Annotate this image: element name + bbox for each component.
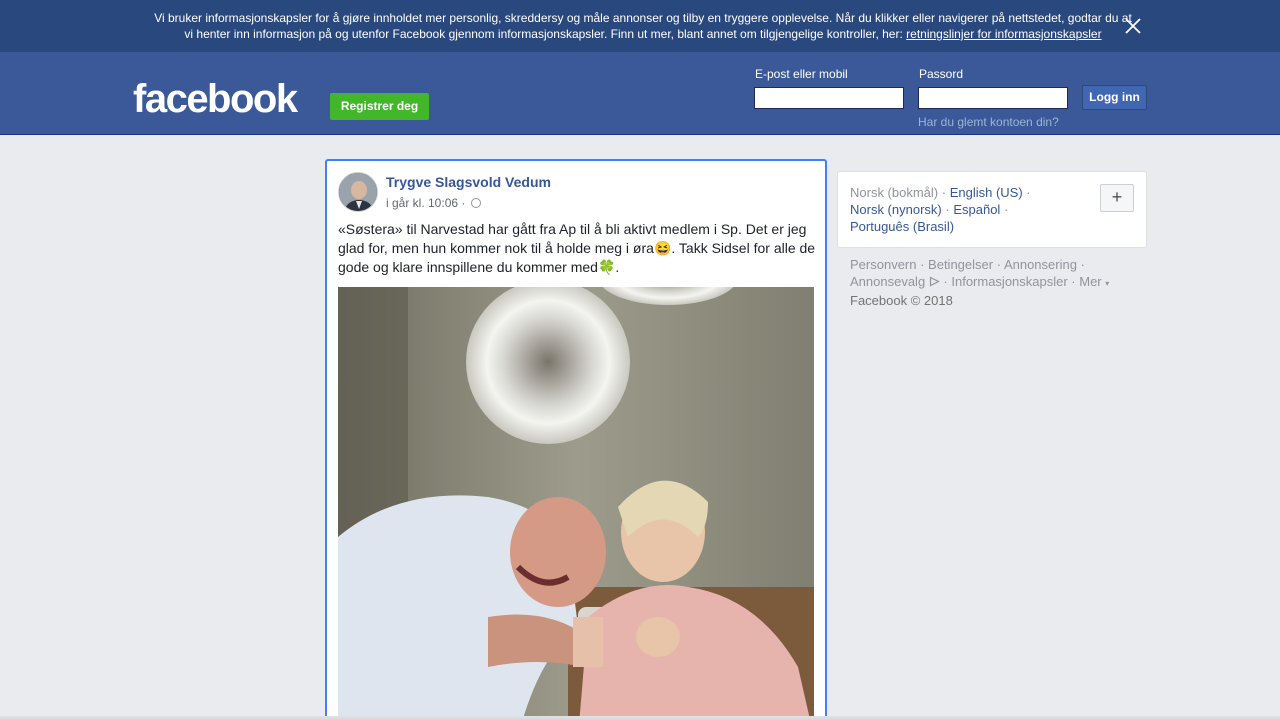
post-card: Trygve Slagsvold Vedum i går kl. 10:06 ·… bbox=[325, 159, 827, 720]
login-button[interactable]: Logg inn bbox=[1082, 85, 1147, 110]
language-link-english[interactable]: English (US) bbox=[950, 185, 1023, 200]
email-label: E-post eller mobil bbox=[755, 67, 848, 81]
footer-link-privacy[interactable]: Personvern bbox=[850, 257, 916, 272]
footer-link-terms[interactable]: Betingelser bbox=[928, 257, 993, 272]
cookie-policy-link[interactable]: retningslinjer for informasjonskapsler bbox=[906, 27, 1101, 41]
language-selector: Norsk (bokmål) · English (US) · Norsk (n… bbox=[837, 171, 1147, 248]
footer-link-ad-choices[interactable]: Annonsevalg bbox=[850, 274, 925, 289]
ad-choices-icon bbox=[929, 276, 940, 287]
globe-icon bbox=[470, 198, 481, 208]
copyright-text: Facebook © 2018 bbox=[850, 293, 953, 308]
footer-link-advertising[interactable]: Annonsering bbox=[1004, 257, 1077, 272]
post-time-text: i går kl. 10:06 · bbox=[386, 196, 466, 210]
footer-links: Personvern · Betingelser · Annonsering ·… bbox=[850, 257, 1110, 308]
post-text: «Søstera» til Narvestad har gått fra Ap … bbox=[338, 220, 816, 277]
cookie-banner: Vi bruker informasjonskapsler for å gjør… bbox=[0, 0, 1280, 52]
post-timestamp[interactable]: i går kl. 10:06 · bbox=[386, 196, 481, 210]
chevron-down-icon[interactable]: ▾ bbox=[1105, 279, 1109, 288]
close-icon[interactable] bbox=[1124, 17, 1142, 35]
post-photo[interactable] bbox=[338, 287, 814, 720]
post-photo-image bbox=[338, 287, 814, 720]
post-text-part3: . bbox=[615, 259, 620, 275]
forgot-account-link[interactable]: Har du glemt kontoen din? bbox=[918, 115, 1059, 129]
language-link-portuguese[interactable]: Português (Brasil) bbox=[850, 219, 954, 234]
footer-link-more[interactable]: Mer bbox=[1079, 274, 1101, 289]
facebook-logo[interactable]: facebook bbox=[133, 76, 298, 122]
avatar-image bbox=[339, 173, 377, 211]
cookie-text-block: Vi bruker informasjonskapsler for å gjør… bbox=[145, 10, 1135, 42]
post-author[interactable]: Trygve Slagsvold Vedum bbox=[386, 174, 551, 190]
language-link-spanish[interactable]: Español bbox=[953, 202, 1000, 217]
register-button[interactable]: Registrer deg bbox=[330, 93, 429, 120]
bottom-divider bbox=[0, 716, 1280, 720]
password-field[interactable] bbox=[918, 87, 1068, 109]
footer-link-cookies[interactable]: Informasjonskapsler bbox=[951, 274, 1067, 289]
email-field[interactable] bbox=[754, 87, 904, 109]
laughing-emoji-icon: 😆 bbox=[653, 240, 672, 256]
current-language: Norsk (bokmål) bbox=[850, 185, 939, 200]
password-label: Passord bbox=[919, 67, 964, 81]
header-bar: facebook Registrer deg E-post eller mobi… bbox=[0, 52, 1280, 135]
language-link-nynorsk[interactable]: Norsk (nynorsk) bbox=[850, 202, 942, 217]
clover-emoji-icon: 🍀 bbox=[597, 259, 616, 275]
add-language-button[interactable]: + bbox=[1100, 184, 1134, 212]
avatar[interactable] bbox=[338, 172, 378, 212]
